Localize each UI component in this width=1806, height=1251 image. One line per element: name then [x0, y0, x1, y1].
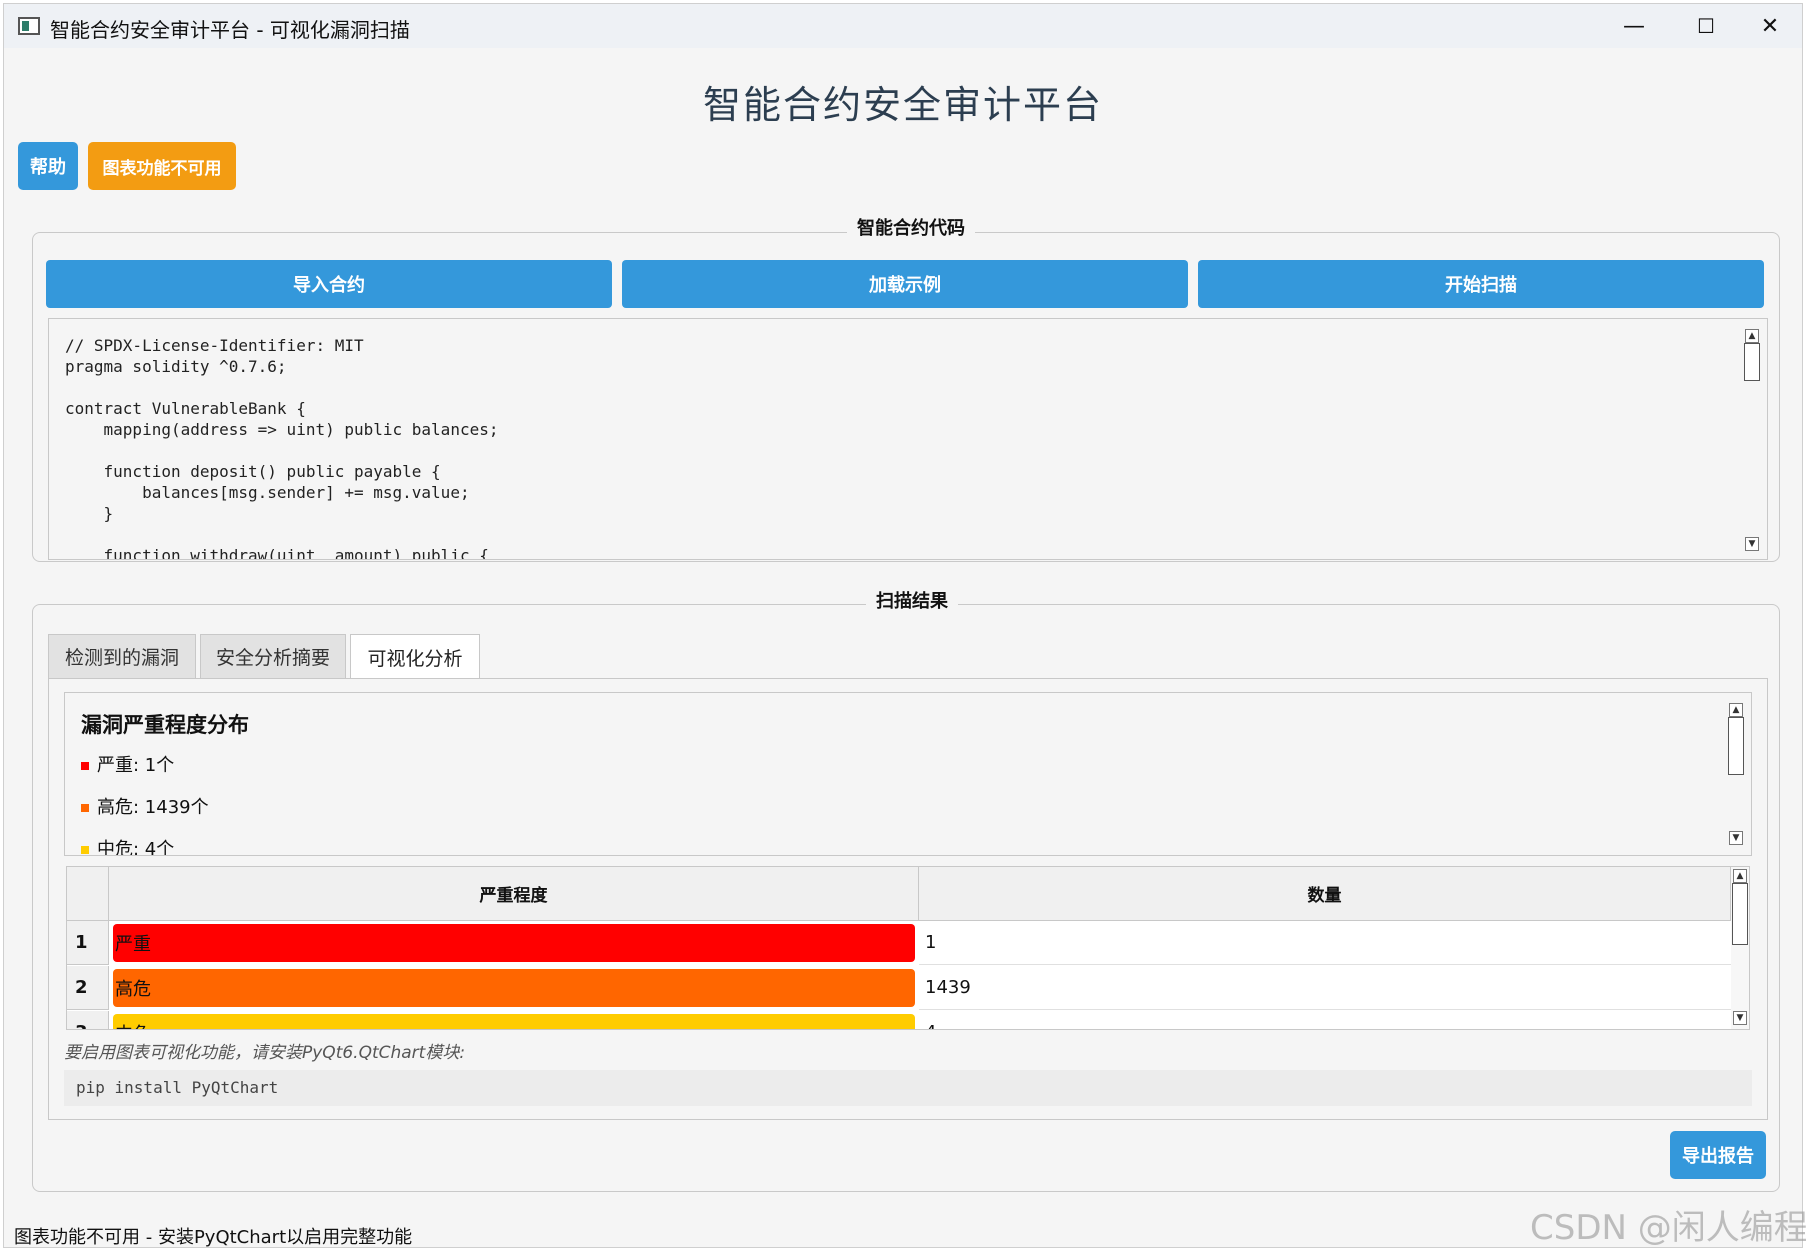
table-corner	[67, 867, 109, 921]
scroll-down-arrow-icon[interactable]: ▼	[1729, 831, 1743, 845]
code-editor-scrollbar[interactable]: ▲ ▼	[1739, 319, 1767, 559]
minimize-button[interactable]: —	[1598, 4, 1670, 48]
summary-item-text: 高危: 1439个	[97, 797, 209, 818]
watermark: CSDN @闲人编程	[1530, 1208, 1806, 1248]
summary-item-text: 严重: 1个	[97, 755, 175, 776]
table-header-count[interactable]: 数量	[919, 867, 1731, 921]
scroll-up-arrow-icon[interactable]: ▲	[1745, 329, 1759, 343]
load-example-button[interactable]: 加载示例	[622, 260, 1188, 308]
severity-summary-box[interactable]: 漏洞严重程度分布 严重: 1个 高危: 1439个 中危: 4个 ▲ ▼	[64, 692, 1752, 856]
table-scrollbar[interactable]: ▲ ▼	[1731, 867, 1749, 1029]
help-button[interactable]: 帮助	[18, 142, 78, 190]
tab-security-summary[interactable]: 安全分析摘要	[200, 634, 346, 678]
scroll-handle[interactable]	[1732, 883, 1748, 945]
scroll-down-arrow-icon[interactable]: ▼	[1733, 1011, 1747, 1025]
window-title: 智能合约安全审计平台 - 可视化漏洞扫描	[50, 18, 410, 42]
summary-item-text: 中危: 4个	[97, 839, 175, 856]
count-cell[interactable]: 4	[919, 1011, 1731, 1029]
summary-item: 高危: 1439个	[81, 793, 209, 819]
scroll-handle[interactable]	[1744, 343, 1760, 381]
install-command: pip install PyQtChart	[76, 1078, 279, 1097]
code-text[interactable]: // SPDX-License-Identifier: MIT pragma s…	[65, 335, 498, 559]
bullet-square-icon	[81, 762, 89, 770]
chart-unavailable-button[interactable]: 图表功能不可用	[88, 142, 236, 190]
row-header[interactable]: 2	[67, 966, 109, 1010]
title-bar: 智能合约安全审计平台 - 可视化漏洞扫描 — ☐ ✕	[4, 4, 1802, 48]
maximize-button[interactable]: ☐	[1670, 4, 1742, 48]
code-section-title: 智能合约代码	[847, 214, 975, 240]
scroll-down-arrow-icon[interactable]: ▼	[1745, 537, 1759, 551]
row-header[interactable]: 3	[67, 1011, 109, 1029]
close-button[interactable]: ✕	[1734, 4, 1806, 48]
install-hint: 要启用图表可视化功能，请安装PyQt6.QtChart模块:	[64, 1043, 466, 1063]
scroll-up-arrow-icon[interactable]: ▲	[1729, 703, 1743, 717]
import-contract-button[interactable]: 导入合约	[46, 260, 612, 308]
start-scan-button[interactable]: 开始扫描	[1198, 260, 1764, 308]
severity-cell[interactable]: 中危	[113, 1014, 915, 1029]
severity-cell[interactable]: 严重	[113, 924, 915, 962]
table-header-severity[interactable]: 严重程度	[109, 867, 919, 921]
severity-table[interactable]: 严重程度 数量 1 严重 1 2 高危 1439 3 中危 4 ▲ ▼	[66, 866, 1750, 1030]
status-bar-text: 图表功能不可用 - 安装PyQtChart以启用完整功能	[14, 1227, 413, 1248]
tab-visual-analysis[interactable]: 可视化分析	[350, 634, 480, 680]
install-command-box: pip install PyQtChart	[64, 1070, 1752, 1106]
export-report-button[interactable]: 导出报告	[1670, 1131, 1766, 1179]
app-icon	[18, 17, 40, 35]
count-cell[interactable]: 1439	[919, 966, 1731, 1010]
row-header[interactable]: 1	[67, 921, 109, 965]
page-title: 智能合约安全审计平台	[702, 83, 1103, 127]
tab-detected-vulnerabilities[interactable]: 检测到的漏洞	[48, 634, 196, 678]
scroll-up-arrow-icon[interactable]: ▲	[1733, 869, 1747, 883]
summary-item: 中危: 4个	[81, 835, 175, 856]
summary-title: 漏洞严重程度分布	[81, 713, 249, 737]
results-section-title: 扫描结果	[866, 587, 958, 613]
code-editor[interactable]: // SPDX-License-Identifier: MIT pragma s…	[48, 318, 1768, 560]
summary-item: 严重: 1个	[81, 751, 174, 777]
scroll-handle[interactable]	[1728, 717, 1744, 775]
app-window: 智能合约安全审计平台 - 可视化漏洞扫描 — ☐ ✕ 智能合约安全审计平台 帮助…	[3, 3, 1806, 1248]
bullet-square-icon	[81, 846, 89, 854]
severity-cell[interactable]: 高危	[113, 969, 915, 1007]
summary-scrollbar[interactable]: ▲ ▼	[1723, 693, 1751, 855]
bullet-square-icon	[81, 804, 89, 812]
count-cell[interactable]: 1	[919, 921, 1731, 965]
